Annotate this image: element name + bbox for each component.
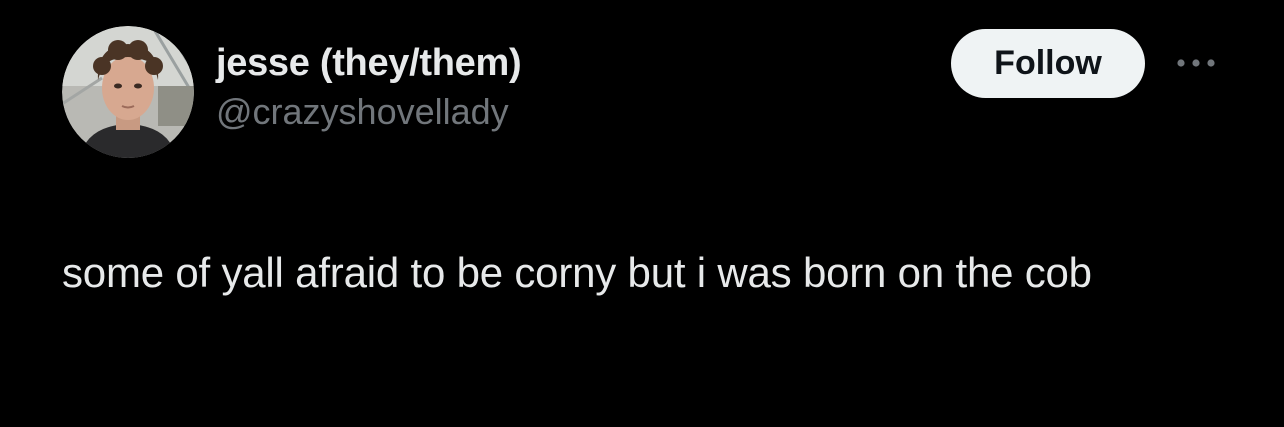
avatar[interactable] — [62, 26, 194, 158]
avatar-photo — [62, 26, 194, 158]
author-names: jesse (they/them) @crazyshovellady — [216, 40, 522, 136]
tweet-header: jesse (they/them) @crazyshovellady — [62, 26, 522, 158]
tweet-card: jesse (they/them) @crazyshovellady Follo… — [0, 0, 1284, 427]
follow-button[interactable]: Follow — [951, 29, 1145, 98]
more-options-button[interactable] — [1170, 46, 1222, 80]
more-horizontal-icon — [1177, 59, 1215, 67]
tweet-text: some of yall afraid to be corny but i wa… — [62, 249, 1092, 296]
display-name[interactable]: jesse (they/them) — [216, 40, 522, 86]
user-handle[interactable]: @crazyshovellady — [216, 88, 521, 136]
